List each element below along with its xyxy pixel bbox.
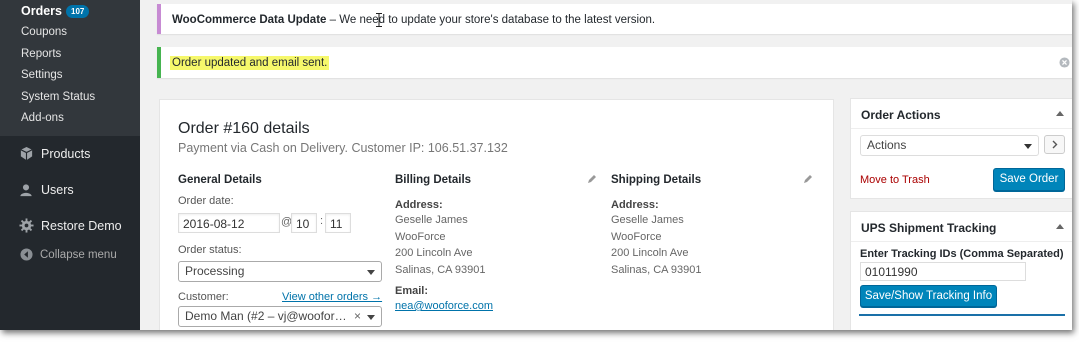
collapse-menu-button[interactable]: Collapse menu: [0, 244, 140, 266]
move-to-trash-link[interactable]: Move to Trash: [860, 174, 930, 186]
sidebar-item-add-ons[interactable]: Add-ons: [0, 108, 140, 130]
order-data-panel: Order #160 details Payment via Cash on D…: [159, 99, 834, 330]
chevron-down-icon: [1024, 144, 1032, 149]
shipping-address-line: Salinas, CA 93901: [611, 263, 702, 276]
shipping-details-heading: Shipping Details: [611, 174, 702, 186]
success-notice: Order updated and email sent.: [157, 47, 1072, 78]
divider: [851, 128, 1072, 129]
collapse-arrow-icon: [20, 247, 34, 262]
gear-icon: [18, 218, 34, 234]
billing-address-line: WooForce: [395, 230, 446, 243]
sidebar-item-settings[interactable]: Settings: [0, 65, 140, 87]
orders-count-badge: 107: [66, 5, 90, 18]
time-separator: :: [320, 215, 324, 227]
shipping-address-line: 200 Lincoln Ave: [611, 247, 689, 259]
billing-address-line: 200 Lincoln Ave: [395, 247, 473, 259]
shipping-address-label: Address:: [611, 199, 659, 211]
order-actions-select[interactable]: Actions: [860, 135, 1039, 156]
shipping-address: Geselle James WooForce 200 Lincoln Ave S…: [611, 212, 702, 278]
shipping-address-line: WooForce: [611, 230, 662, 243]
sidebar-item-label: Restore Demo: [41, 218, 122, 233]
sidebar-item-system-status[interactable]: System Status: [0, 87, 140, 109]
clear-customer-icon[interactable]: ×: [354, 307, 361, 326]
order-date-input[interactable]: 2016-08-12: [178, 213, 280, 233]
sidebar-item-label: Products: [41, 146, 91, 161]
view-other-orders-link[interactable]: View other orders →: [282, 291, 382, 303]
ups-tracking-box: UPS Shipment Tracking Enter Tracking IDs…: [850, 211, 1072, 330]
order-actions-title: Order Actions: [861, 108, 941, 122]
billing-address-line: Salinas, CA 93901: [395, 263, 486, 276]
billing-address: Geselle James WooForce 200 Lincoln Ave S…: [395, 212, 486, 278]
apply-action-button[interactable]: [1044, 135, 1065, 154]
order-payment-info: Payment via Cash on Delivery. Customer I…: [178, 141, 508, 155]
sidebar-item-coupons[interactable]: Coupons: [0, 22, 140, 44]
shipping-address-line: Geselle James: [611, 214, 684, 226]
customer-label: Customer:: [178, 291, 229, 303]
order-title: Order #160 details: [178, 120, 310, 137]
chevron-down-icon: [367, 270, 375, 275]
sidebar-item-restore-demo[interactable]: Restore Demo: [0, 208, 140, 244]
chevron-down-icon: [367, 315, 375, 320]
data-update-title: WooCommerce Data Update: [172, 14, 327, 26]
edit-billing-pencil-icon[interactable]: [587, 174, 597, 184]
order-status-value: Processing: [185, 264, 245, 278]
order-actions-value: Actions: [867, 138, 907, 152]
collapse-menu-label: Collapse menu: [40, 248, 117, 261]
customer-value: Demo Man (#2 – vj@woofor…: [185, 309, 347, 323]
sidebar-item-products[interactable]: Products: [0, 136, 140, 172]
cube-icon: [18, 146, 34, 162]
chevron-right-icon: [1052, 140, 1058, 149]
text-cursor-icon: [376, 13, 382, 27]
success-text: Order updated and email sent.: [170, 56, 330, 70]
billing-email-label: Email:: [395, 285, 429, 297]
order-hour-input[interactable]: 10: [291, 213, 317, 233]
customer-select[interactable]: Demo Man (#2 – vj@woofor… ×: [178, 306, 382, 327]
collapse-toggle-icon[interactable]: [1056, 224, 1064, 229]
billing-address-label: Address:: [395, 199, 443, 211]
data-update-text: WooCommerce Data Update – We need to upd…: [172, 14, 655, 26]
order-minute-input[interactable]: 11: [325, 213, 351, 233]
collapse-toggle-icon[interactable]: [1056, 111, 1064, 116]
screenshot-frame: Orders 107 Coupons Reports Settings Syste…: [0, 0, 1072, 330]
edit-shipping-pencil-icon[interactable]: [803, 174, 813, 184]
sidebar-item-label: Orders: [21, 4, 62, 18]
order-actions-box: Order Actions Actions Move to Trash Save…: [850, 98, 1072, 199]
tracking-ids-input[interactable]: 01011990: [860, 262, 1026, 281]
admin-sidebar: Orders 107 Coupons Reports Settings Syste…: [0, 0, 140, 330]
dismiss-icon[interactable]: [1059, 57, 1070, 68]
divider: [859, 314, 1065, 316]
save-order-button[interactable]: Save Order: [993, 168, 1065, 191]
sidebar-item-reports[interactable]: Reports: [0, 44, 140, 66]
sidebar-item-label: Users: [41, 182, 74, 197]
user-icon: [18, 182, 34, 198]
order-status-select[interactable]: Processing: [178, 261, 382, 282]
order-date-label: Order date:: [178, 195, 234, 207]
divider: [851, 241, 1072, 242]
general-details-heading: General Details: [178, 174, 262, 186]
billing-details-heading: Billing Details: [395, 174, 472, 186]
order-status-label: Order status:: [178, 244, 242, 256]
billing-address-line: Geselle James: [395, 214, 468, 226]
sidebar-item-orders[interactable]: Orders 107: [0, 0, 140, 22]
billing-email-link[interactable]: nea@wooforce.com: [395, 300, 493, 312]
ups-tracking-title: UPS Shipment Tracking: [861, 221, 997, 235]
woocommerce-submenu: Orders 107 Coupons Reports Settings Syste…: [0, 0, 140, 136]
sidebar-item-users[interactable]: Users: [0, 172, 140, 208]
data-update-notice: WooCommerce Data Update – We need to upd…: [157, 4, 1072, 34]
save-show-tracking-button[interactable]: Save/Show Tracking Info: [860, 285, 997, 307]
tracking-ids-label: Enter Tracking IDs (Comma Separated): [860, 248, 1064, 260]
